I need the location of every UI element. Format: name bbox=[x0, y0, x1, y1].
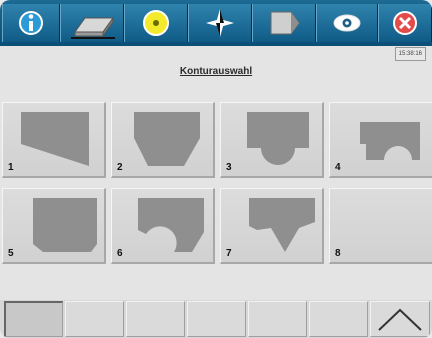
eye-button[interactable] bbox=[316, 4, 378, 42]
compass-button[interactable] bbox=[188, 4, 252, 42]
softkey-1[interactable] bbox=[4, 301, 63, 337]
contour-number: 4 bbox=[335, 162, 341, 173]
contour-tile-1[interactable]: 1 bbox=[2, 102, 106, 178]
chevron-up-icon bbox=[378, 308, 422, 331]
clock: 15:38:16 bbox=[394, 47, 426, 61]
contour-tile-3[interactable]: 3 bbox=[220, 102, 324, 178]
softkey-3[interactable] bbox=[126, 301, 185, 337]
compass-icon bbox=[206, 9, 234, 37]
contour-tile-8[interactable]: 8 bbox=[329, 188, 432, 264]
app-window: 15:38:16 Konturauswahl 1 2 3 4 5 6 7 8 bbox=[0, 0, 432, 338]
contour-tile-6[interactable]: 6 bbox=[111, 188, 215, 264]
spindle-button[interactable] bbox=[124, 4, 188, 42]
contour-4-shape bbox=[360, 122, 420, 160]
spindle-icon bbox=[143, 10, 169, 36]
contour-3-shape bbox=[247, 112, 309, 165]
softkey-6[interactable] bbox=[309, 301, 368, 337]
play-icon bbox=[270, 11, 300, 35]
eraser-button[interactable] bbox=[60, 4, 124, 42]
info-icon bbox=[19, 11, 43, 35]
contour-number: 6 bbox=[117, 248, 123, 259]
scroll-up-button[interactable] bbox=[370, 301, 430, 337]
contour-5-shape bbox=[33, 198, 97, 252]
contour-number: 8 bbox=[335, 248, 341, 259]
softkey-5[interactable] bbox=[248, 301, 307, 337]
close-icon bbox=[393, 11, 417, 35]
contour-tile-5[interactable]: 5 bbox=[2, 188, 106, 264]
eraser-icon bbox=[71, 16, 115, 39]
softkey-bar bbox=[0, 300, 432, 338]
info-button[interactable] bbox=[2, 4, 60, 42]
page-title: Konturauswahl bbox=[179, 66, 253, 77]
contour-tile-2[interactable]: 2 bbox=[111, 102, 215, 178]
contour-number: 3 bbox=[226, 162, 232, 173]
play-button[interactable] bbox=[252, 4, 316, 42]
close-button[interactable] bbox=[378, 4, 432, 42]
contour-6-shape bbox=[138, 198, 204, 252]
softkey-4[interactable] bbox=[187, 301, 246, 337]
contour-number: 2 bbox=[117, 162, 123, 173]
contour-1-shape bbox=[21, 112, 89, 166]
contour-number: 1 bbox=[8, 162, 14, 173]
contour-2-shape bbox=[134, 112, 200, 166]
eye-icon bbox=[333, 14, 361, 32]
contour-number: 5 bbox=[8, 248, 14, 259]
top-toolbar bbox=[0, 0, 432, 46]
contour-tile-4[interactable]: 4 bbox=[329, 102, 432, 178]
contour-7-shape bbox=[249, 198, 315, 252]
contour-number: 7 bbox=[226, 248, 232, 259]
softkey-2[interactable] bbox=[65, 301, 124, 337]
contour-tile-7[interactable]: 7 bbox=[220, 188, 324, 264]
